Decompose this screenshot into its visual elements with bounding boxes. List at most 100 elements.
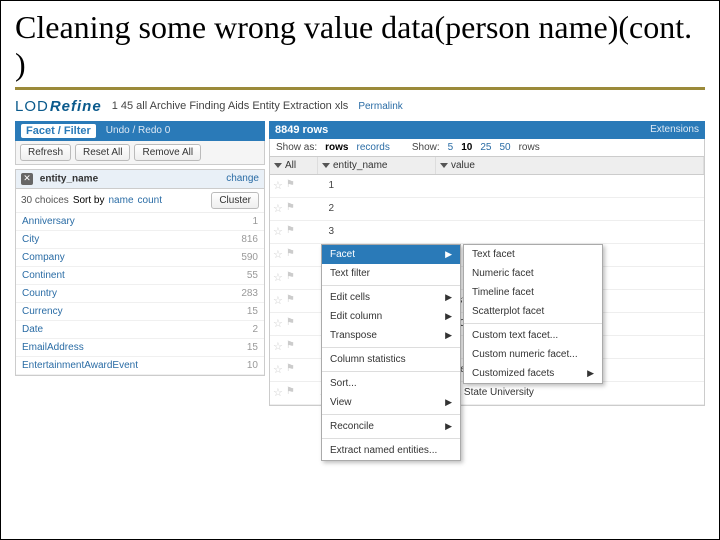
show-50-link[interactable]: 50 [499,142,510,153]
facet-row[interactable]: Currency15 [16,303,264,321]
menu-item-view[interactable]: View ▶ [322,393,460,412]
app-logo: LODRefine [15,98,102,115]
show-as-label: Show as: [276,142,317,153]
reset-all-button[interactable]: Reset All [75,144,130,161]
flag-icon[interactable]: ⚑ [286,179,295,192]
menu-item-customized-facets[interactable]: Customized facets▶ [464,364,602,383]
menu-item-sort[interactable]: Sort... [322,374,460,393]
entity-cell [338,230,436,234]
star-icon[interactable]: ☆ [273,386,283,399]
flag-icon[interactable]: ⚑ [286,271,295,284]
records-mode-link[interactable]: records [356,142,389,153]
menu-item-scatterplot-facet[interactable]: Scatterplot facet [464,302,602,321]
facet-count: 283 [241,288,258,299]
menu-item-text-facet[interactable]: Text facet [464,245,602,264]
menu-label: Edit column [330,311,382,322]
sort-name-link[interactable]: name [109,195,134,206]
facet-change-link[interactable]: change [226,173,259,184]
menu-label: Facet [330,249,355,260]
menu-item-column-statistics[interactable]: Column statistics [322,350,460,369]
column-entity-name-label: entity_name [333,160,387,171]
menu-label: View [330,397,352,408]
facet-row[interactable]: Anniversary1 [16,213,264,231]
facet-count: 1 [252,216,258,227]
cluster-button[interactable]: Cluster [211,192,259,209]
star-icon[interactable]: ☆ [273,363,283,376]
facet-label: Country [22,288,57,299]
facet-row[interactable]: Country 283 [16,285,264,303]
facet-label: City [22,234,39,245]
menu-item-reconcile[interactable]: Reconcile▶ [322,417,460,436]
facet-header: ✕ entity_name change [16,170,264,189]
flag-icon[interactable]: ⚑ [286,202,295,215]
facet-filter-tab[interactable]: Facet / Filter [21,124,96,138]
undo-redo-tab[interactable]: Undo / Redo 0 [106,125,171,136]
facet-label: EntertainmentAwardEvent [22,360,138,371]
menu-item-extract-named-entities[interactable]: Extract named entities... [322,441,460,460]
menu-item-custom-numeric-facet[interactable]: Custom numeric facet... [464,345,602,364]
show-label: Show: [412,142,440,153]
menu-label: Numeric facet [472,268,534,279]
flag-icon[interactable]: ⚑ [286,248,295,261]
facet-count: 15 [247,306,258,317]
remove-all-button[interactable]: Remove All [134,144,201,161]
column-all[interactable]: All [270,157,318,174]
star-icon[interactable]: ☆ [273,225,283,238]
show-5-link[interactable]: 5 [448,142,454,153]
arrow-right-icon: ▶ [445,249,452,260]
star-icon[interactable]: ☆ [273,340,283,353]
arrow-right-icon: ▶ [445,397,452,408]
entity-cell [338,207,436,211]
menu-item-timeline-facet[interactable]: Timeline facet [464,283,602,302]
flag-icon[interactable]: ⚑ [286,225,295,238]
facet-count: 55 [247,270,258,281]
column-value[interactable]: value [436,157,704,174]
menu-label: Transpose [330,330,377,341]
menu-item-transpose[interactable]: Transpose▶ [322,326,460,345]
sort-count-link[interactable]: count [138,195,162,206]
facet-row[interactable]: Continent55 [16,267,264,285]
star-icon[interactable]: ☆ [273,248,283,261]
facet-row[interactable]: EmailAddress15 [16,339,264,357]
star-icon[interactable]: ☆ [273,294,283,307]
title-underline [15,87,705,90]
facet-name: entity_name [40,173,98,184]
grid-header: All entity_name value [269,157,705,175]
show-25-link[interactable]: 25 [480,142,491,153]
chevron-down-icon [322,163,330,168]
menu-item-edit-cells[interactable]: Edit cells▶ [322,288,460,307]
value-cell [436,184,704,188]
rows-mode-link[interactable]: rows [325,142,348,153]
arrow-right-icon: ▶ [587,368,594,379]
menu-item-edit-column[interactable]: Edit column▶ [322,307,460,326]
menu-item-text-filter[interactable]: Text filter [322,264,460,283]
facet-row[interactable]: City816 [16,231,264,249]
facet-row[interactable]: Company590 [16,249,264,267]
flag-icon[interactable]: ⚑ [286,294,295,307]
star-icon[interactable]: ☆ [273,179,283,192]
show-10-link[interactable]: 10 [461,142,472,153]
flag-icon[interactable]: ⚑ [286,386,295,399]
menu-item-custom-text-facet[interactable]: Custom text facet... [464,326,602,345]
facet-row[interactable]: Date2 [16,321,264,339]
flag-icon[interactable]: ⚑ [286,363,295,376]
menu-item-numeric-facet[interactable]: Numeric facet [464,264,602,283]
table-row: ☆⚑2 [270,198,704,221]
menu-item-facet[interactable]: Facet ▶ [322,245,460,264]
column-entity-name[interactable]: entity_name [318,157,436,174]
permalink-link[interactable]: Permalink [358,101,402,112]
facet-row[interactable]: EntertainmentAwardEvent10 [16,357,264,375]
flag-icon[interactable]: ⚑ [286,317,295,330]
flag-icon[interactable]: ⚑ [286,340,295,353]
facet-subheader: 30 choices Sort by name count Cluster [16,189,264,213]
star-icon[interactable]: ☆ [273,317,283,330]
star-icon[interactable]: ☆ [273,271,283,284]
close-icon[interactable]: ✕ [21,173,33,185]
facet-list: Anniversary1 City816 Company590 Continen… [16,213,264,375]
menu-separator [322,414,460,415]
star-icon[interactable]: ☆ [273,202,283,215]
refresh-button[interactable]: Refresh [20,144,71,161]
menu-separator [322,347,460,348]
extensions-link[interactable]: Extensions [650,124,699,135]
rows-label: rows [519,142,540,153]
